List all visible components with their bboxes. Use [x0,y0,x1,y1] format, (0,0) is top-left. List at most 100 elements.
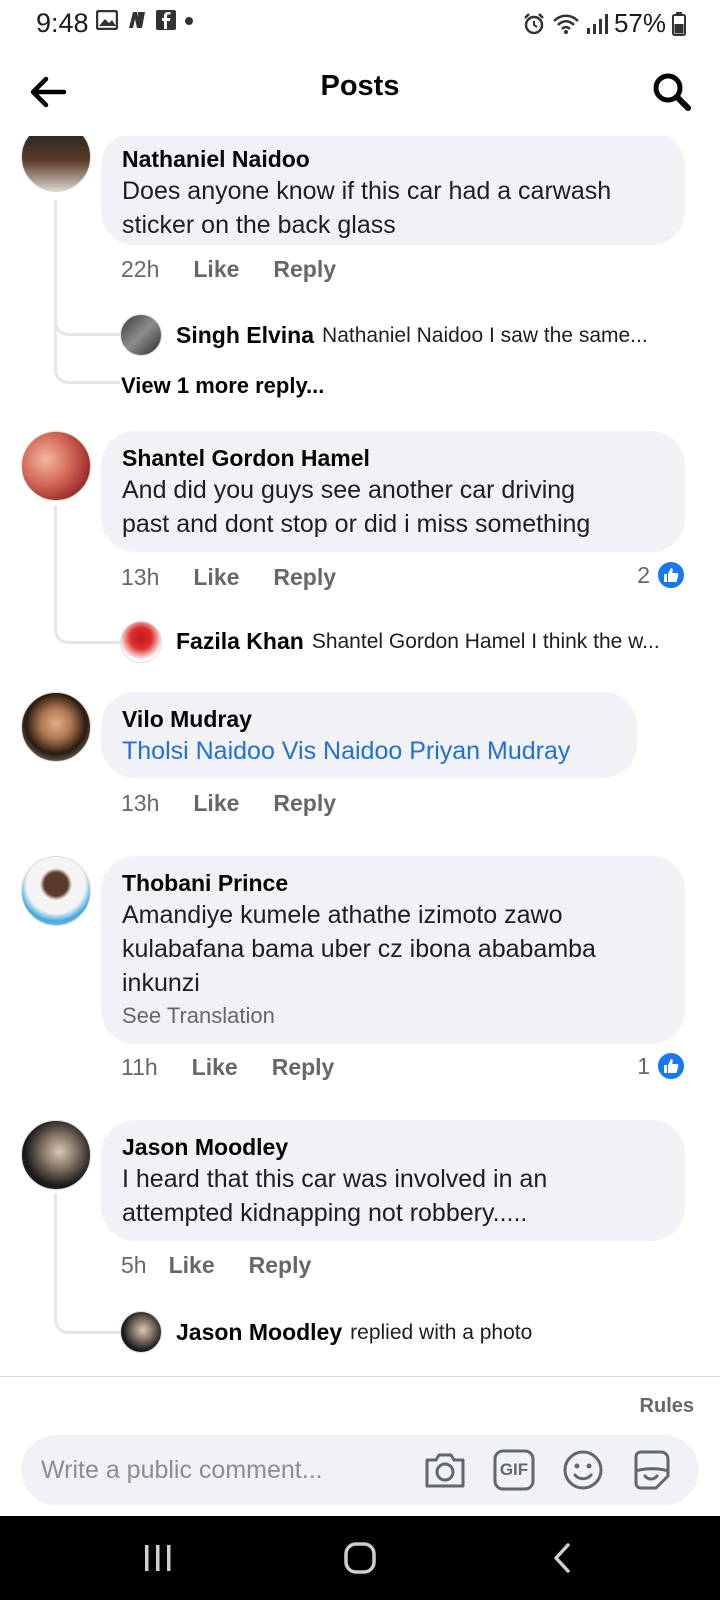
comment-time[interactable]: 13h [121,564,159,591]
comment-bubble[interactable]: Jason Moodley I heard that this car was … [101,1120,685,1241]
like-button[interactable]: Like [193,564,239,591]
gif-button[interactable]: GIF [491,1447,537,1493]
dot-icon [185,17,193,25]
comment-composer: Rules GIF [0,1376,720,1516]
recent-apps-button[interactable] [128,1536,188,1580]
header: Posts [0,46,720,136]
battery-icon [672,11,686,36]
see-translation-link[interactable]: See Translation [122,1000,665,1032]
recent-apps-icon [145,1545,171,1571]
notification-icons [96,10,194,30]
comment-box[interactable]: GIF [21,1435,699,1505]
avatar[interactable] [120,621,162,663]
comment-input[interactable] [41,1435,421,1505]
comment-text: Does anyone know if this car had a carwa… [122,177,612,205]
avatar[interactable] [21,856,91,926]
reply-button[interactable]: Reply [273,564,336,591]
gallery-icon [96,10,118,30]
reaction-summary[interactable]: 1 [637,1051,686,1081]
emoji-button[interactable] [560,1447,606,1493]
comment-text: Amandiye kumele athathe izimoto zawo [122,901,563,929]
netflix-icon [129,12,145,28]
comment-text: I heard that this car was involved in an [122,1165,548,1193]
status-time: 9:48 [36,8,89,38]
comment-actions: 22h Like Reply [121,256,336,283]
comment-time[interactable]: 5h [121,1252,147,1279]
status-bar: 9:48 57% [0,0,720,46]
search-button[interactable] [650,70,694,114]
search-icon [653,73,691,111]
comment-author[interactable]: Nathaniel Naidoo [122,144,665,174]
rules-link[interactable]: Rules [640,1395,694,1418]
comment-bubble[interactable]: Shantel Gordon Hamel And did you guys se… [101,431,685,552]
like-button[interactable]: Like [192,1054,238,1081]
tagged-people-links[interactable]: Tholsi Naidoo Vis Naidoo Priyan Mudray [122,734,617,768]
comment-actions: 5h Like Reply [121,1252,311,1279]
home-button[interactable] [330,1536,390,1580]
reply-button[interactable]: Reply [249,1252,312,1279]
avatar[interactable] [120,1311,162,1353]
home-icon [344,1542,376,1574]
thumbs-up-icon [656,560,686,590]
reply-preview[interactable]: Singh Elvina Nathaniel Naidoo I saw the … [176,322,696,349]
reply-preview[interactable]: Fazila Khan Shantel Gordon Hamel I think… [176,628,696,655]
signal-icon [586,13,608,34]
comment-actions: 13h Like Reply [121,564,336,591]
alarm-icon [524,12,544,34]
comment-text: And did you guys see another car driving [122,476,576,504]
sticker-button[interactable] [628,1447,674,1493]
page-title: Posts [320,70,400,102]
back-nav-button[interactable] [532,1536,592,1580]
avatar[interactable] [21,136,91,192]
reply-button[interactable]: Reply [273,256,336,283]
reply-button[interactable]: Reply [272,1054,335,1081]
reaction-summary[interactable]: 2 [637,560,686,590]
comment-time[interactable]: 11h [121,1054,158,1081]
avatar[interactable] [21,1120,91,1190]
comment-text: sticker on the back glass [122,211,396,239]
comment-text: attempted kidnapping not robbery..... [122,1199,528,1227]
comments-list: Nathaniel Naidoo Does anyone know if thi… [0,136,720,1376]
avatar[interactable] [21,431,91,501]
comment-bubble[interactable]: Thobani Prince Amandiye kumele athathe i… [101,856,685,1044]
comment-author[interactable]: Shantel Gordon Hamel [122,443,665,473]
reply-button[interactable]: Reply [273,790,336,817]
comment-text: kulabafana bama uber cz ibona ababamba [122,935,596,963]
comment-actions: 11h Like Reply [121,1054,334,1081]
comment-author[interactable]: Vilo Mudray [122,704,617,734]
status-right: 57% [522,8,686,39]
reply-author[interactable]: Singh Elvina [176,322,314,349]
comment-bubble[interactable]: Vilo Mudray Tholsi Naidoo Vis Naidoo Pri… [101,692,637,778]
reply-text: replied with a photo [350,1320,533,1344]
facebook-status-icon [156,10,176,30]
comment-time[interactable]: 13h [121,790,159,817]
comment-time[interactable]: 22h [121,256,159,283]
camera-icon [425,1453,465,1488]
sticker-icon [634,1450,670,1490]
system-nav-bar [0,1516,720,1600]
like-button[interactable]: Like [193,790,239,817]
view-more-replies[interactable]: View 1 more reply... [121,373,324,399]
reply-preview[interactable]: Jason Moodley replied with a photo [176,1319,696,1346]
reaction-count: 2 [637,561,650,588]
comment-author[interactable]: Jason Moodley [122,1132,665,1162]
comment-actions: 13h Like Reply [121,790,336,817]
back-chevron-icon [554,1543,570,1573]
like-button[interactable]: Like [193,256,239,283]
comment-text: inkunzi [122,969,200,997]
comment-author[interactable]: Thobani Prince [122,868,665,898]
gif-label: GIF [499,1460,529,1479]
reply-author[interactable]: Fazila Khan [176,628,304,655]
avatar[interactable] [21,692,91,762]
reaction-count: 1 [637,1052,650,1079]
reply-author[interactable]: Jason Moodley [176,1319,342,1346]
camera-button[interactable] [422,1447,468,1493]
reply-text: Shantel Gordon Hamel I think the w... [311,629,660,653]
thread-line [54,326,120,384]
comment-text: past and dont stop or did i miss somethi… [122,510,591,538]
reply-text: Nathaniel Naidoo I saw the same... [322,323,648,347]
like-button[interactable]: Like [169,1252,215,1279]
avatar[interactable] [120,314,162,356]
emoji-icon [563,1450,603,1490]
comment-bubble[interactable]: Nathaniel Naidoo Does anyone know if thi… [101,136,685,245]
